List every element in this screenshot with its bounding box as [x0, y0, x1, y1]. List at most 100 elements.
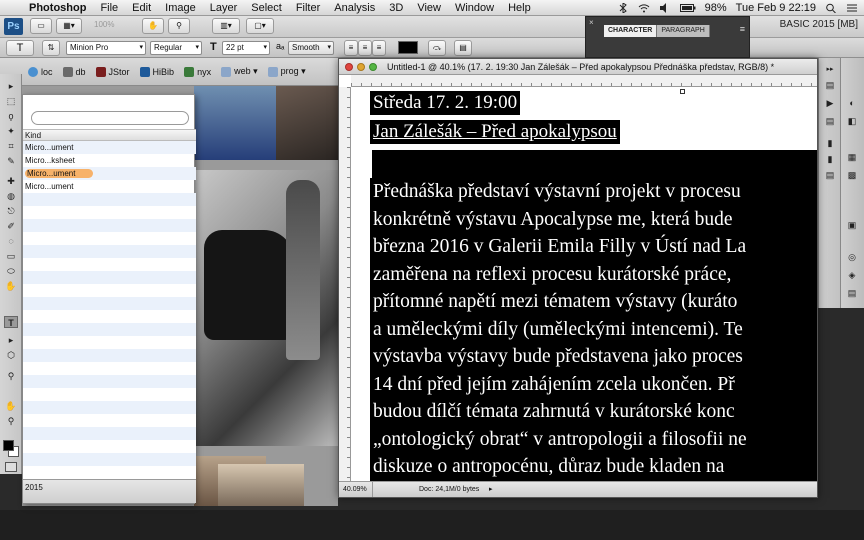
panel-menu-button[interactable]: ≡ [740, 24, 745, 34]
horizontal-ruler[interactable] [351, 75, 817, 87]
menu-view[interactable]: View [410, 0, 448, 16]
panel-close-button[interactable]: × [589, 18, 594, 27]
menu-image[interactable]: Image [158, 0, 203, 16]
screen-mode-button[interactable]: ▢▾ [246, 18, 274, 34]
healing-brush-tool-icon[interactable]: ✚ [4, 175, 18, 187]
bookmark-nyx[interactable]: nyx [184, 66, 211, 77]
text-color-swatch[interactable] [398, 41, 418, 54]
document-canvas[interactable]: Středa 17. 2. 19:00 Jan Zálešák – Před a… [352, 88, 817, 481]
align-right-button[interactable]: ≡ [372, 40, 386, 56]
move-tool-icon[interactable]: ▸ [4, 80, 18, 92]
shape-tool-icon[interactable]: ⬡ [4, 349, 18, 361]
list-item-selected[interactable]: Micro...ument [23, 167, 196, 180]
color-panel-icon[interactable]: ◐ [846, 98, 858, 109]
column-header-kind[interactable]: Kind [23, 129, 196, 141]
bookmark-loc[interactable]: loc [28, 66, 53, 77]
dock-expand-icon[interactable]: ▸▸ [824, 64, 836, 75]
bookmark-jstor[interactable]: JStor [95, 66, 130, 77]
paths-panel-icon[interactable]: ▤ [846, 288, 858, 299]
text-orientation-toggle[interactable]: ⇅ [42, 40, 60, 56]
menu-edit[interactable]: Edit [125, 0, 158, 16]
menu-3d[interactable]: 3D [382, 0, 410, 16]
zoom-percent-field[interactable]: 40.09% [343, 482, 373, 497]
notifications-icon[interactable] [846, 3, 858, 13]
marquee-tool-icon[interactable]: ⬚ [4, 95, 18, 107]
gradient-tool-icon[interactable]: ▭ [4, 250, 18, 262]
styles-panel-icon[interactable]: ▣ [846, 220, 858, 231]
vertical-ruler[interactable] [339, 87, 351, 481]
history-panel-icon[interactable]: ▤ [824, 80, 836, 91]
tab-paragraph[interactable]: PARAGRAPH [657, 25, 710, 37]
clone-stamp-tool-icon[interactable]: ⎋ [4, 205, 18, 217]
info-panel-icon[interactable]: ▤ [824, 116, 836, 127]
volume-icon[interactable] [659, 3, 671, 13]
bluetooth-icon[interactable] [617, 2, 629, 14]
battery-icon[interactable] [679, 3, 696, 13]
bookmark-folder-web[interactable]: web ▾ [221, 66, 258, 77]
menu-analysis[interactable]: Analysis [327, 0, 382, 16]
quick-mask-button[interactable] [5, 462, 17, 472]
adjustments-panel-icon[interactable]: ▦ [846, 152, 858, 163]
arrange-documents-button[interactable]: ▥▾ [212, 18, 240, 34]
launch-minibridge-button[interactable]: ▦▾ [56, 18, 82, 34]
spotlight-icon[interactable] [825, 3, 837, 14]
magic-wand-tool-icon[interactable]: ✦ [4, 125, 18, 137]
tool-preset-picker[interactable]: T [6, 40, 34, 56]
clone-source-panel-icon[interactable]: ▮ [824, 154, 836, 165]
menu-select[interactable]: Select [244, 0, 289, 16]
font-size-field[interactable]: 22 pt ▾ [222, 41, 270, 55]
menu-filter[interactable]: Filter [289, 0, 327, 16]
bounding-box-handle[interactable] [680, 89, 685, 94]
menu-layer[interactable]: Layer [203, 0, 245, 16]
font-style-select[interactable]: Regular ▾ [150, 41, 202, 55]
bookmark-hibib[interactable]: HiBib [139, 66, 174, 77]
font-family-select[interactable]: Minion Pro ▾ [66, 41, 146, 55]
launch-bridge-button[interactable]: ▭ [30, 18, 52, 34]
list-item[interactable]: Micro...ument [23, 180, 196, 193]
toggle-panels-button[interactable]: ▤ [454, 40, 472, 56]
menu-window[interactable]: Window [448, 0, 501, 16]
type-tool-icon[interactable]: T [4, 316, 18, 328]
masks-panel-icon[interactable]: ▩ [846, 170, 858, 181]
brush-tool-icon[interactable]: ◍ [4, 190, 18, 202]
empty-line-block[interactable] [372, 150, 817, 178]
document-title-bar[interactable]: Untitled-1 @ 40.1% (17. 2. 19:30 Jan Zál… [339, 59, 817, 75]
finder-search-field[interactable] [31, 111, 189, 125]
heading-line[interactable]: Jan Zálešák – Před apokalypsou [370, 120, 620, 144]
body-text[interactable]: Přednáška představí výstavní projekt v p… [370, 178, 817, 481]
lasso-tool-icon[interactable]: ϙ [4, 110, 18, 122]
eyedropper-tool-icon[interactable]: ✎ [4, 155, 18, 167]
zoom-level[interactable]: 100% [94, 20, 114, 29]
bookmark-db[interactable]: db [62, 66, 86, 77]
actions-panel-icon[interactable]: ▶ [824, 98, 836, 109]
hand-tool-icon[interactable]: ✋ [4, 400, 18, 412]
bookmark-folder-prog[interactable]: prog ▾ [267, 66, 306, 77]
list-item[interactable]: Micro...ksheet [23, 154, 196, 167]
channels-panel-icon[interactable]: ◈ [846, 270, 858, 281]
zoom-tool-icon[interactable]: ⚲ [4, 415, 18, 427]
eraser-tool-icon[interactable]: ◌ [4, 235, 18, 247]
blur-tool-icon[interactable]: ⬭ [4, 265, 18, 277]
clock[interactable]: Tue Feb 9 22:19 [736, 2, 816, 14]
close-window-button[interactable] [345, 63, 353, 71]
warp-text-button[interactable]: ⤼ [428, 40, 446, 56]
workspace-switcher[interactable]: BASIC 2015 [MB] [780, 19, 858, 30]
swatches-panel-icon[interactable]: ◧ [846, 116, 858, 127]
document-size-info[interactable]: Doc: 24,1M/0 bytes [419, 482, 479, 497]
align-center-button[interactable]: ≡ [358, 40, 372, 56]
status-menu-arrow[interactable]: ▸ [489, 482, 493, 497]
antialias-select[interactable]: Smooth ▾ [288, 41, 334, 55]
align-left-button[interactable]: ≡ [344, 40, 358, 56]
menu-file[interactable]: File [93, 0, 125, 16]
minimize-window-button[interactable] [357, 63, 365, 71]
dodge-tool-icon[interactable]: ✋ [4, 280, 18, 292]
tab-character[interactable]: CHARACTER [604, 25, 658, 37]
wifi-icon[interactable] [638, 3, 650, 13]
history-brush-tool-icon[interactable]: ✐ [4, 220, 18, 232]
heading-line[interactable]: Středa 17. 2. 19:00 [370, 91, 521, 115]
zoom-tool-button[interactable]: ⚲ [168, 18, 190, 34]
layer-comps-panel-icon[interactable]: ▤ [824, 170, 836, 181]
menu-photoshop[interactable]: Photoshop [22, 0, 93, 16]
crop-tool-icon[interactable]: ⌗ [4, 140, 18, 152]
path-selection-tool-icon[interactable]: ▸ [4, 334, 18, 346]
